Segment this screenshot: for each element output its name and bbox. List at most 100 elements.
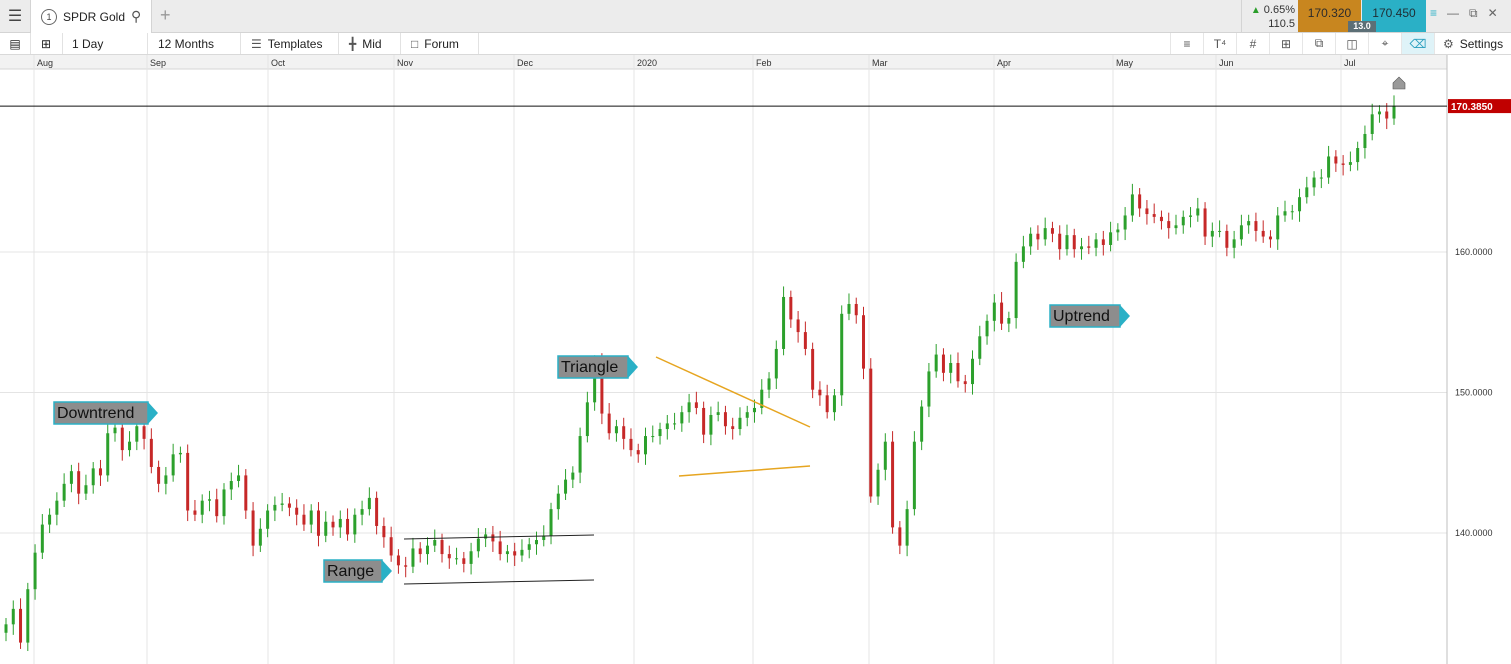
candle-body xyxy=(1377,111,1381,115)
templates-button[interactable]: ☰ Templates xyxy=(241,33,339,54)
candle-body xyxy=(753,407,757,413)
compare-icon[interactable]: ⧉ xyxy=(1302,33,1335,54)
link-icon[interactable]: ≡ xyxy=(1430,6,1437,26)
layout-grid-icon[interactable]: ⊞ xyxy=(30,33,63,54)
candle-body xyxy=(1072,235,1076,250)
candle-body xyxy=(48,514,52,525)
candle-body xyxy=(33,552,37,590)
candle-body xyxy=(862,315,866,369)
crosshair-icon[interactable]: ⌖ xyxy=(1368,33,1401,54)
range-selector[interactable]: 12 Months xyxy=(148,33,241,54)
popout-icon[interactable]: ⧉ xyxy=(1469,6,1478,26)
candle-body xyxy=(186,452,190,511)
candle-body xyxy=(229,481,233,490)
candle-body xyxy=(614,426,618,434)
candle-body xyxy=(1370,114,1374,134)
candle-body xyxy=(1080,246,1084,250)
candle-body xyxy=(1225,230,1229,248)
text-size-icon[interactable]: T⁴ xyxy=(1203,33,1236,54)
candle-body xyxy=(244,475,248,511)
candle-body xyxy=(731,426,735,430)
grid-icon[interactable]: # xyxy=(1236,33,1269,54)
candle-body xyxy=(353,514,357,535)
month-label: Apr xyxy=(997,58,1011,68)
search-icon[interactable]: ⚲ xyxy=(131,8,141,25)
candle-body xyxy=(927,371,931,407)
close-icon[interactable]: ✕ xyxy=(1488,6,1498,26)
candle-body xyxy=(462,558,466,564)
candle-body xyxy=(789,296,793,320)
candle-body xyxy=(1043,228,1047,240)
candle-body xyxy=(607,413,611,434)
candle-body xyxy=(941,354,945,373)
candle-body xyxy=(1145,208,1149,215)
candle-body xyxy=(280,503,284,505)
candle-body xyxy=(476,538,480,552)
change-percent: 0.65% xyxy=(1263,4,1295,16)
settings-button[interactable]: ⚙ Settings xyxy=(1434,33,1511,54)
candle-body xyxy=(302,514,306,525)
candle-body xyxy=(971,358,975,385)
candle-body xyxy=(331,521,335,528)
candle-body xyxy=(534,540,538,545)
candle-body xyxy=(324,521,328,536)
candle-body xyxy=(1290,211,1294,213)
indicators-icon[interactable]: ≡ xyxy=(1170,33,1203,54)
candle-body xyxy=(1101,239,1105,245)
hamburger-menu-icon[interactable]: ☰ xyxy=(0,0,31,32)
candle-body xyxy=(1109,232,1113,245)
price-tag-icon[interactable]: ⌫ xyxy=(1401,33,1434,54)
candle-body xyxy=(258,528,262,546)
tab-spdr-gold[interactable]: 1 SPDR Gold ⚲ xyxy=(31,0,152,33)
interval-selector[interactable]: 1 Day xyxy=(62,33,148,54)
candle-body xyxy=(316,510,320,536)
candle-body xyxy=(375,497,379,526)
candle-body xyxy=(1341,163,1345,165)
y-tick-label: 140.0000 xyxy=(1455,528,1493,538)
candle-body xyxy=(505,551,509,555)
month-label: Jul xyxy=(1344,58,1356,68)
candle-body xyxy=(934,354,938,372)
candle-body xyxy=(956,362,960,382)
candle-body xyxy=(142,426,146,439)
candle-body xyxy=(433,540,437,546)
sliders-icon: ☰ xyxy=(251,36,262,51)
candle-body xyxy=(222,489,226,517)
price-chart[interactable]: Aug Sep Oct Nov Dec 2020 Feb Mar Apr May Jun Jul 160… xyxy=(0,55,1511,664)
candle-body xyxy=(77,471,81,494)
candle-body xyxy=(1014,261,1018,319)
watchlist-icon[interactable]: ▤ xyxy=(0,33,31,54)
candle-body xyxy=(1327,156,1331,178)
chat-icon: □ xyxy=(411,36,419,51)
minimize-icon[interactable]: — xyxy=(1447,6,1459,26)
candle-body xyxy=(396,555,400,566)
candle-body xyxy=(840,313,844,396)
candle-body xyxy=(69,471,73,484)
candle-body xyxy=(382,525,386,538)
layers-icon[interactable]: ◫ xyxy=(1335,33,1368,54)
candles-icon: ╋ xyxy=(349,36,357,51)
annotation-label: Downtrend xyxy=(57,405,134,422)
settings-label: Settings xyxy=(1459,36,1504,51)
candle-body xyxy=(91,468,95,486)
candle-body xyxy=(1116,229,1120,233)
candle-body xyxy=(266,510,270,529)
candle-body xyxy=(1363,133,1367,149)
candle-body xyxy=(767,378,771,390)
templates-label: Templates xyxy=(267,36,323,51)
candle-body xyxy=(811,348,815,390)
candle-body xyxy=(171,454,175,476)
candle-body xyxy=(440,540,444,555)
candle-body xyxy=(120,427,124,451)
plus-icon[interactable]: + xyxy=(160,5,171,26)
price-type-button[interactable]: ╋ Mid xyxy=(339,33,401,54)
forum-button[interactable]: □ Forum xyxy=(401,33,479,54)
tab-bar: ☰ 1 SPDR Gold ⚲ + ▲ 0.65% 110.5 170.320 … xyxy=(0,0,1511,33)
candle-body xyxy=(1065,235,1069,250)
annotation-arrow xyxy=(628,356,638,378)
annotation-arrow xyxy=(148,402,158,424)
candle-body xyxy=(992,302,996,321)
candle-body xyxy=(920,406,924,442)
candle-body xyxy=(4,624,8,633)
crosshair-grid-icon[interactable]: ⊞ xyxy=(1269,33,1302,54)
